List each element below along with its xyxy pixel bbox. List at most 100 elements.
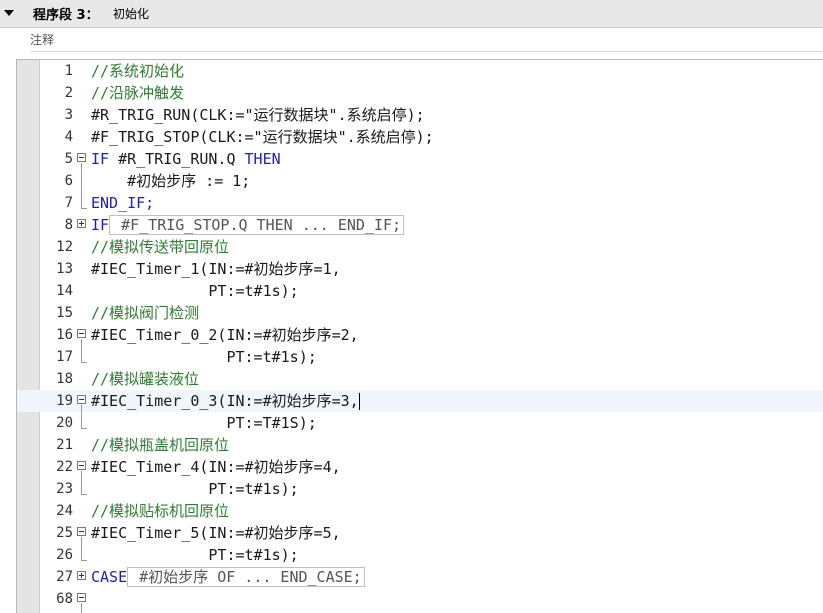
code-text[interactable]: //模拟阀门检测 bbox=[91, 303, 199, 323]
code-line[interactable]: 16 #IEC_Timer_0_2(IN:=#初始步序=2, bbox=[17, 324, 823, 346]
code-text[interactable]: #IEC_Timer_4(IN:=#初始步序=4, bbox=[91, 457, 341, 477]
code-text[interactable]: //系统初始化 bbox=[91, 61, 184, 81]
code-text[interactable]: #IEC_Timer_1(IN:=#初始步序=1, bbox=[91, 259, 341, 279]
line-number: 26 bbox=[56, 547, 73, 563]
collapse-fold-icon[interactable] bbox=[77, 395, 86, 404]
line-number: 1 bbox=[64, 63, 73, 79]
text-caret bbox=[358, 393, 360, 410]
code-line[interactable]: 14 PT:=t#1s); bbox=[17, 280, 823, 302]
line-number: 7 bbox=[64, 195, 73, 211]
collapse-arrow-icon[interactable] bbox=[4, 10, 14, 16]
statement-text: PT:=t#1s); bbox=[91, 546, 299, 564]
code-line[interactable]: 4 #F_TRIG_STOP(CLK:="运行数据块".系统启停); bbox=[17, 126, 823, 148]
keyword: CASE bbox=[91, 568, 128, 586]
statement-text: #IEC_Timer_4(IN:=#初始步序=4, bbox=[91, 458, 341, 476]
code-text[interactable]: //模拟瓶盖机回原位 bbox=[91, 435, 229, 455]
keyword: IF bbox=[91, 150, 110, 168]
statement-text: #F_TRIG_STOP(CLK:="运行数据块".系统启停); bbox=[91, 128, 434, 146]
comment-text: //沿脉冲触发 bbox=[91, 84, 185, 102]
line-number: 6 bbox=[64, 173, 73, 189]
collapse-fold-icon[interactable] bbox=[77, 153, 86, 162]
line-number: 13 bbox=[56, 261, 73, 277]
code-line[interactable]: 18 //模拟罐装液位 bbox=[17, 368, 823, 390]
expand-fold-icon[interactable] bbox=[77, 219, 86, 228]
line-number: 4 bbox=[64, 129, 73, 145]
code-text[interactable]: //模拟传送带回原位 bbox=[91, 237, 229, 257]
code-line[interactable]: 68 bbox=[17, 588, 823, 610]
statement-text: #初始步序 := 1; bbox=[91, 172, 251, 190]
statement-text: #IEC_Timer_5(IN:=#初始步序=5, bbox=[91, 524, 341, 542]
code-line[interactable]: 13 #IEC_Timer_1(IN:=#初始步序=1, bbox=[17, 258, 823, 280]
fold-guide bbox=[81, 163, 82, 208]
code-text[interactable]: END_IF; bbox=[91, 193, 154, 213]
code-text[interactable]: CASE #初始步序 OF ... END_CASE; bbox=[91, 567, 365, 587]
collapse-fold-icon[interactable] bbox=[77, 593, 86, 602]
code-text[interactable]: #R_TRIG_RUN(CLK:="运行数据块".系统启停); bbox=[91, 105, 425, 125]
line-number: 18 bbox=[56, 371, 73, 387]
expand-fold-icon[interactable] bbox=[77, 571, 86, 580]
network-comment[interactable]: 注释 bbox=[30, 31, 54, 48]
code-line[interactable]: 8 IF #F_TRIG_STOP.Q THEN ... END_IF; bbox=[17, 214, 823, 236]
code-text[interactable]: IF #R_TRIG_RUN.Q THEN bbox=[91, 149, 281, 169]
code-text[interactable]: #IEC_Timer_0_2(IN:=#初始步序=2, bbox=[91, 325, 359, 345]
line-number: 12 bbox=[56, 239, 73, 255]
fold-guide bbox=[81, 471, 82, 494]
collapsed-block[interactable]: #F_TRIG_STOP.Q THEN ... END_IF; bbox=[109, 215, 405, 235]
code-line[interactable]: 22 #IEC_Timer_4(IN:=#初始步序=4, bbox=[17, 456, 823, 478]
code-line[interactable]: 27 CASE #初始步序 OF ... END_CASE; bbox=[17, 566, 823, 588]
code-text[interactable]: //模拟贴标机回原位 bbox=[91, 501, 229, 521]
code-text[interactable]: PT:=t#1s); bbox=[91, 347, 316, 367]
code-line[interactable]: 15 //模拟阀门检测 bbox=[17, 302, 823, 324]
fold-guide-end bbox=[81, 208, 87, 209]
line-number: 5 bbox=[64, 151, 73, 167]
code-line[interactable]: 19 #IEC_Timer_0_3(IN:=#初始步序=3, bbox=[17, 390, 823, 412]
line-number: 23 bbox=[56, 481, 73, 497]
code-text[interactable]: #F_TRIG_STOP(CLK:="运行数据块".系统启停); bbox=[91, 127, 434, 147]
code-line[interactable]: 6 #初始步序 := 1; bbox=[17, 170, 823, 192]
statement-text: #R_TRIG_RUN(CLK:="运行数据块".系统启停); bbox=[91, 106, 425, 124]
code-line[interactable]: 12 //模拟传送带回原位 bbox=[17, 236, 823, 258]
code-line[interactable]: 3 #R_TRIG_RUN(CLK:="运行数据块".系统启停); bbox=[17, 104, 823, 126]
line-number: 21 bbox=[56, 437, 73, 453]
code-line[interactable]: 24 //模拟贴标机回原位 bbox=[17, 500, 823, 522]
code-text[interactable]: #初始步序 := 1; bbox=[91, 171, 250, 191]
code-line[interactable]: 1 //系统初始化 bbox=[17, 60, 823, 82]
network-header[interactable]: 程序段 3： 初始化 bbox=[0, 0, 823, 28]
code-line[interactable]: 26 PT:=t#1s); bbox=[17, 544, 823, 566]
code-text[interactable]: PT:=t#1s); bbox=[91, 545, 299, 565]
statement-text: #IEC_Timer_0_2(IN:=#初始步序=2, bbox=[91, 326, 359, 344]
collapse-fold-icon[interactable] bbox=[77, 329, 86, 338]
fold-guide-end bbox=[81, 560, 87, 561]
code-text[interactable]: //沿脉冲触发 bbox=[91, 83, 184, 103]
code-line[interactable]: 25 #IEC_Timer_5(IN:=#初始步序=5, bbox=[17, 522, 823, 544]
fold-guide bbox=[81, 537, 82, 560]
code-text[interactable]: IF #F_TRIG_STOP.Q THEN ... END_IF; bbox=[91, 215, 405, 235]
collapsed-block[interactable]: #初始步序 OF ... END_CASE; bbox=[127, 567, 365, 587]
line-number: 68 bbox=[56, 591, 73, 607]
divider bbox=[30, 51, 823, 52]
code-text[interactable]: //模拟罐装液位 bbox=[91, 369, 199, 389]
code-line[interactable]: 7 END_IF; bbox=[17, 192, 823, 214]
comment-text: //模拟传送带回原位 bbox=[91, 238, 230, 256]
code-line[interactable]: 5 IF #R_TRIG_RUN.Q THEN bbox=[17, 148, 823, 170]
code-text[interactable]: PT:=t#1s); bbox=[91, 479, 298, 499]
statement-text: #IEC_Timer_1(IN:=#初始步序=1, bbox=[91, 260, 341, 278]
code-line[interactable]: 17 PT:=t#1s); bbox=[17, 346, 823, 368]
code-line[interactable]: 2 //沿脉冲触发 bbox=[17, 82, 823, 104]
fold-guide bbox=[81, 405, 82, 428]
code-line[interactable]: 20 PT:=T#1S); bbox=[17, 412, 823, 434]
code-line[interactable]: 21 //模拟瓶盖机回原位 bbox=[17, 434, 823, 456]
code-text[interactable]: PT:=T#1S); bbox=[91, 413, 316, 433]
line-number: 20 bbox=[56, 415, 73, 431]
keyword: IF bbox=[91, 216, 110, 234]
code-text[interactable]: PT:=t#1s); bbox=[91, 281, 298, 301]
line-number: 8 bbox=[64, 217, 73, 233]
collapse-fold-icon[interactable] bbox=[77, 461, 86, 470]
code-text[interactable]: #IEC_Timer_5(IN:=#初始步序=5, bbox=[91, 523, 341, 543]
fold-guide-end bbox=[81, 428, 87, 429]
code-editor[interactable]: 1 //系统初始化 2 //沿脉冲触发 3 #R_TRIG_RUN(CLK:="运行数据块… bbox=[16, 59, 823, 613]
code-line[interactable]: 23 PT:=t#1s); bbox=[17, 478, 823, 500]
network-subtitle[interactable]: 初始化 bbox=[113, 5, 149, 22]
collapse-fold-icon[interactable] bbox=[77, 527, 86, 536]
code-text[interactable]: #IEC_Timer_0_3(IN:=#初始步序=3, bbox=[91, 391, 360, 411]
